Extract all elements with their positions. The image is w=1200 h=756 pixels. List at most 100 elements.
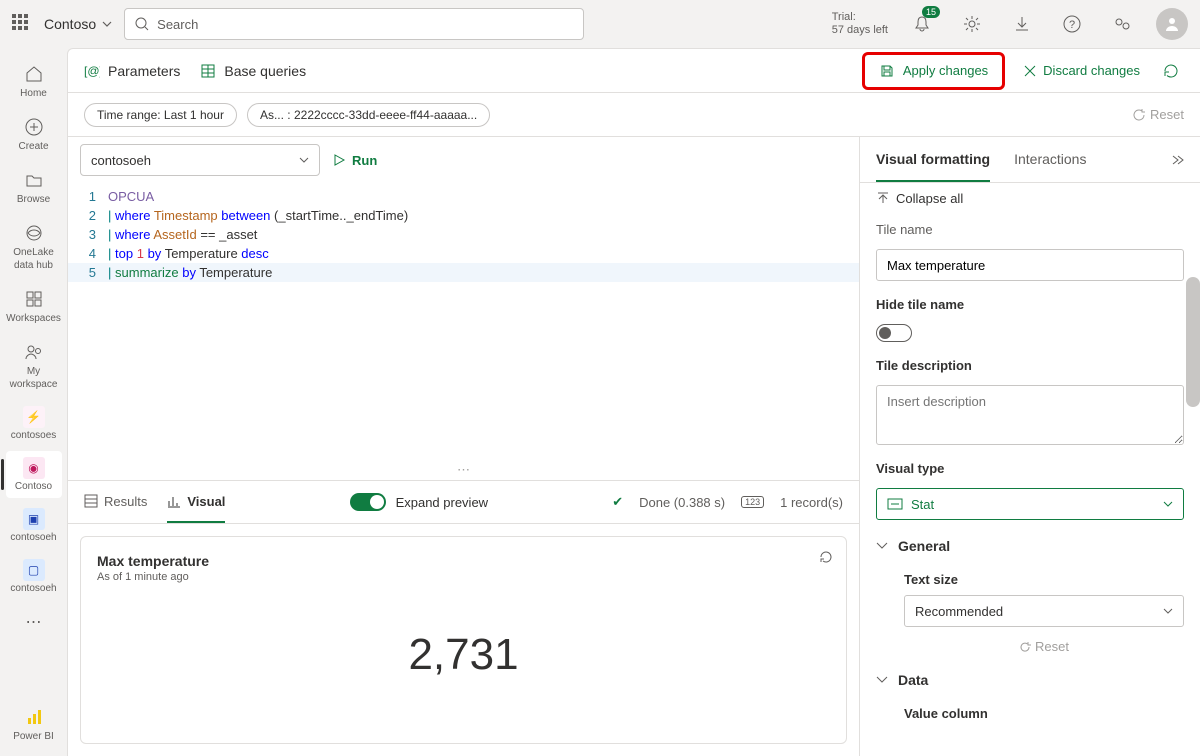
search-icon — [135, 17, 149, 31]
chart-icon — [167, 494, 181, 508]
reset-general-button[interactable]: Reset — [904, 639, 1184, 654]
card-title: Max temperature — [97, 553, 830, 569]
powerbi-icon — [25, 708, 43, 726]
download-button[interactable] — [1006, 8, 1038, 40]
save-icon — [879, 63, 895, 79]
chevron-down-icon — [299, 157, 309, 163]
rail-myworkspace[interactable]: Myworkspace — [6, 334, 62, 396]
close-icon — [1023, 64, 1037, 78]
tile-description-input[interactable] — [876, 385, 1184, 445]
grid-icon — [84, 494, 98, 508]
collapse-all-button[interactable]: Collapse all — [876, 191, 1184, 206]
visual-type-select[interactable]: Stat — [876, 488, 1184, 520]
onelake-icon — [24, 223, 44, 243]
user-avatar[interactable] — [1156, 8, 1188, 40]
text-size-label: Text size — [904, 572, 1184, 587]
discard-changes-button[interactable]: Discard changes — [1015, 57, 1148, 84]
records-count: 1 record(s) — [780, 495, 843, 510]
chevron-down-icon — [102, 21, 112, 27]
tab-visual[interactable]: Visual — [167, 481, 225, 523]
refresh-icon — [1162, 62, 1180, 80]
tab-visual-formatting[interactable]: Visual formatting — [876, 137, 990, 182]
people-icon — [24, 342, 44, 362]
expand-preview-toggle[interactable] — [350, 493, 386, 511]
chevrons-right-icon — [1170, 153, 1184, 167]
text-size-select[interactable]: Recommended — [904, 595, 1184, 627]
tile-name-input[interactable] — [876, 249, 1184, 281]
scrollbar[interactable] — [1186, 277, 1200, 407]
rail-create[interactable]: Create — [6, 109, 62, 158]
run-button[interactable]: Run — [332, 153, 377, 168]
notification-badge: 15 — [922, 6, 940, 18]
rail-browse[interactable]: Browse — [6, 162, 62, 211]
parameters-icon: [@] — [84, 63, 100, 79]
chevron-down-icon — [876, 676, 888, 684]
trial-info: Trial: 57 days left — [832, 11, 888, 37]
drag-handle[interactable]: ⋯ — [68, 460, 859, 480]
visual-card: Max temperature As of 1 minute ago 2,731 — [80, 536, 847, 744]
rail-contoso[interactable]: ◉Contoso — [6, 451, 62, 498]
feedback-icon — [1113, 15, 1131, 33]
chevron-down-icon — [1163, 608, 1173, 614]
code-editor[interactable]: 1OPCUA2| where Timestamp between (_start… — [68, 183, 859, 286]
download-icon — [1013, 15, 1031, 33]
chevron-down-icon — [1163, 501, 1173, 507]
svg-text:[@]: [@] — [84, 64, 100, 78]
refresh-icon — [818, 549, 834, 565]
plus-circle-icon — [24, 117, 44, 137]
time-range-pill[interactable]: Time range: Last 1 hour — [84, 103, 237, 127]
value-column-label: Value column — [904, 706, 1184, 721]
expand-preview-label: Expand preview — [396, 495, 489, 510]
rail-workspaces[interactable]: Workspaces — [6, 281, 62, 330]
help-button[interactable]: ? — [1056, 8, 1088, 40]
play-icon — [332, 153, 346, 167]
rail-onelake[interactable]: OneLakedata hub — [6, 215, 62, 277]
person-icon — [1163, 15, 1181, 33]
folder-icon — [24, 170, 44, 190]
parameters-button[interactable]: [@] Parameters — [84, 63, 180, 79]
reset-icon — [1019, 641, 1031, 653]
asset-pill[interactable]: As... : 2222cccc-33dd-eeee-ff44-aaaaa... — [247, 103, 490, 127]
section-data[interactable]: Data — [876, 666, 1184, 694]
card-subtitle: As of 1 minute ago — [97, 571, 830, 583]
stat-value: 2,731 — [97, 583, 830, 727]
tab-results[interactable]: Results — [84, 481, 147, 523]
rail-more[interactable]: ⋯ — [6, 604, 62, 640]
card-refresh-button[interactable] — [818, 549, 834, 565]
settings-button[interactable] — [956, 8, 988, 40]
refresh-button[interactable] — [1158, 58, 1184, 84]
app-launcher-icon[interactable] — [12, 14, 32, 34]
hide-tile-name-toggle[interactable] — [876, 324, 912, 342]
help-icon: ? — [1063, 15, 1081, 33]
home-icon — [24, 64, 44, 84]
check-icon: ✔ — [612, 494, 623, 510]
tab-interactions[interactable]: Interactions — [1014, 137, 1086, 182]
database-selector[interactable]: contosoeh — [80, 144, 320, 176]
svg-text:?: ? — [1069, 19, 1075, 31]
search-placeholder: Search — [157, 17, 198, 32]
org-selector[interactable]: Contoso — [44, 16, 112, 32]
rail-home[interactable]: Home — [6, 56, 62, 105]
rail-contosoeh-1[interactable]: ▣contosoeh — [6, 502, 62, 549]
collapse-icon — [876, 192, 890, 206]
reset-filters-button[interactable]: Reset — [1132, 107, 1184, 122]
base-queries-button[interactable]: Base queries — [200, 63, 306, 79]
expand-panel-button[interactable] — [1170, 153, 1184, 167]
feedback-button[interactable] — [1106, 8, 1138, 40]
stat-icon — [887, 498, 903, 510]
workspaces-icon — [24, 289, 44, 309]
notifications-button[interactable]: 15 — [906, 8, 938, 40]
apply-changes-button[interactable]: Apply changes — [862, 52, 1005, 90]
chevron-down-icon — [876, 542, 888, 550]
table-icon — [200, 63, 216, 79]
rail-powerbi[interactable]: Power BI — [6, 699, 62, 748]
search-input[interactable]: Search — [124, 8, 584, 40]
tile-name-label: Tile name — [876, 222, 1184, 237]
reset-icon — [1132, 108, 1146, 122]
done-status: Done (0.388 s) — [639, 495, 725, 510]
section-general[interactable]: General — [876, 532, 1184, 560]
rail-contosoeh-2[interactable]: ▢contosoeh — [6, 553, 62, 600]
tile-description-label: Tile description — [876, 358, 1184, 373]
rail-contosoes[interactable]: ⚡contosoes — [6, 400, 62, 447]
records-icon: 123 — [741, 496, 764, 508]
